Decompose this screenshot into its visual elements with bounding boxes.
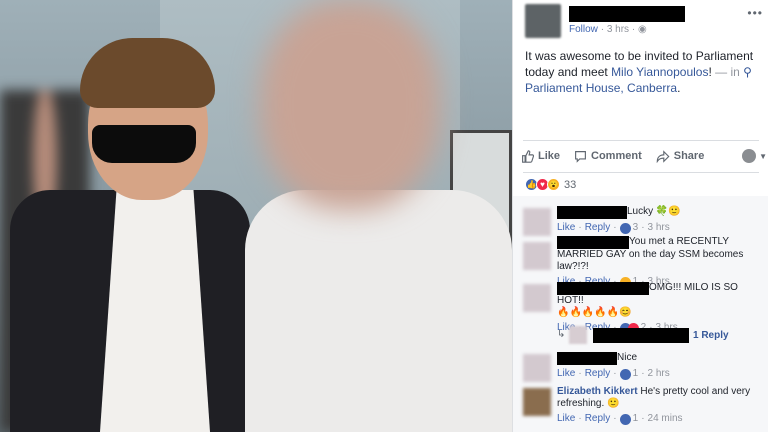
comment-body: You met a RECENTLY MARRIED GAY on the da… xyxy=(557,236,763,288)
location-end: . xyxy=(677,81,681,95)
chevron-down-icon: ▼ xyxy=(759,151,767,161)
commenter-name-redacted xyxy=(557,282,649,295)
post-text: It was awesome to be invited to Parliame… xyxy=(525,48,763,96)
post-header: Follow · 3 hrs · ◉ ••• xyxy=(521,4,763,38)
comment-label: Comment xyxy=(591,150,642,162)
wow-reaction-icon: 😮 xyxy=(547,178,560,191)
meta-separator: · xyxy=(600,24,605,35)
comment-icon xyxy=(575,150,586,163)
comment-footer: Like · Reply · 1 · 24 mins xyxy=(557,413,683,425)
photo-person-left-hair xyxy=(80,38,215,108)
comment-body: Nice Like · Reply · 1 · 2 hrs xyxy=(557,352,763,380)
more-options-icon[interactable]: ••• xyxy=(747,6,763,20)
reaction-summary[interactable]: 👍 ♥ 😮 33 xyxy=(525,178,576,191)
comment-time[interactable]: 3 hrs xyxy=(648,222,670,234)
like-label: Like xyxy=(538,150,561,162)
comment-reaction-count[interactable]: 1 xyxy=(633,368,639,380)
photo-person-left-shirt xyxy=(100,190,210,432)
meta-separator: · xyxy=(631,24,636,35)
share-icon xyxy=(656,149,670,163)
comment-reply-link[interactable]: Reply xyxy=(585,368,611,380)
pin-icon: ⚲ xyxy=(743,65,752,79)
comment-like-link[interactable]: Like xyxy=(557,368,575,380)
photo-person-right-blurred-face xyxy=(260,0,440,210)
divider xyxy=(523,172,759,173)
comment-time[interactable]: 2 hrs xyxy=(648,368,670,380)
comment-reply-link[interactable]: Reply xyxy=(585,222,611,234)
comment-reaction-count[interactable]: 1 xyxy=(633,413,639,425)
reaction-count: 33 xyxy=(564,178,577,191)
post-photo[interactable] xyxy=(0,0,512,432)
comment-reply-link[interactable]: Reply xyxy=(585,413,611,425)
comment-time[interactable]: 24 mins xyxy=(648,413,683,425)
post-actions: Like Comment Share ▼ xyxy=(521,146,767,166)
post-time[interactable]: 3 hrs xyxy=(607,24,629,35)
clover-smile-emoji: 🍀🙂 xyxy=(655,206,681,217)
comment-body: Lucky 🍀🙂 Like · Reply · 3 · 3 hrs xyxy=(557,206,763,234)
replier-avatar xyxy=(569,326,587,344)
follow-link[interactable]: Follow xyxy=(569,24,598,35)
commenter-name-redacted xyxy=(557,206,627,219)
like-button[interactable]: Like xyxy=(521,149,561,163)
commenter-avatar[interactable] xyxy=(523,284,551,312)
comment-footer: Like · Reply · 3 · 3 hrs xyxy=(557,222,670,234)
comment-like-link[interactable]: Like xyxy=(557,413,575,425)
share-button[interactable]: Share xyxy=(656,149,705,163)
comment-footer: Like · Reply · 1 · 2 hrs xyxy=(557,368,670,380)
commenter-avatar[interactable] xyxy=(523,208,551,236)
post-meta: Follow · 3 hrs · ◉ xyxy=(569,24,647,35)
reply-arrow-icon: ↳ xyxy=(557,329,566,340)
commenter-name[interactable]: Elizabeth Kikkert xyxy=(557,386,638,397)
mention-link[interactable]: Milo Yiannopoulos xyxy=(611,65,708,79)
poster-avatar[interactable] xyxy=(525,4,561,38)
comment-body: Elizabeth Kikkert He's pretty cool and v… xyxy=(557,386,763,425)
like-reaction-icon xyxy=(619,368,631,380)
smile-emoji: 🙂 xyxy=(607,398,620,409)
location-separator: — in xyxy=(715,65,740,79)
photo-sunglasses xyxy=(92,125,196,163)
commenter-avatar[interactable] xyxy=(523,354,551,382)
thumbs-up-icon xyxy=(522,149,534,163)
selector-avatar xyxy=(742,149,757,163)
photo-person-right-shirt xyxy=(245,190,512,432)
commenter-name-redacted xyxy=(557,236,629,249)
location-link[interactable]: Parliament House, Canberra xyxy=(525,81,677,95)
share-label: Share xyxy=(673,150,705,162)
like-reaction-icon xyxy=(619,222,631,234)
globe-icon: ◉ xyxy=(637,24,647,35)
comment-reaction-count[interactable]: 3 xyxy=(633,222,639,234)
fire-emoji-row: 🔥🔥🔥🔥🔥😊 xyxy=(557,307,632,318)
commenter-avatar[interactable] xyxy=(523,242,551,270)
comment-text: Nice xyxy=(617,352,638,363)
facebook-post-panel: Follow · 3 hrs · ◉ ••• It was awesome to… xyxy=(512,0,768,432)
commenter-name-redacted xyxy=(557,352,617,365)
comment-like-link[interactable]: Like xyxy=(557,222,575,234)
comments-section: Lucky 🍀🙂 Like · Reply · 3 · 3 hrs You met a… xyxy=(513,196,768,432)
comment-text: Lucky xyxy=(627,206,654,217)
divider xyxy=(523,140,759,141)
view-replies-row[interactable]: ↳ 1 Reply xyxy=(557,326,763,344)
replies-count-link[interactable]: 1 Reply xyxy=(693,330,729,341)
comment-button[interactable]: Comment xyxy=(574,150,642,163)
audience-selector[interactable]: ▼ xyxy=(742,149,767,163)
like-reaction-icon xyxy=(619,413,631,425)
commenter-avatar[interactable] xyxy=(523,388,551,416)
poster-name-redacted xyxy=(569,6,685,22)
replier-name-redacted xyxy=(593,328,689,343)
